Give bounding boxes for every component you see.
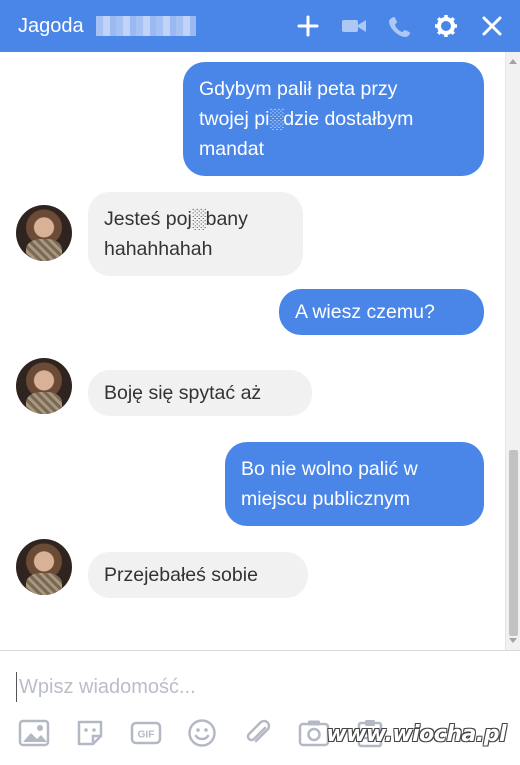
- message-line: mandat: [199, 138, 265, 160]
- message-input[interactable]: Wpisz wiadomość...: [16, 672, 496, 702]
- avatar[interactable]: [16, 358, 72, 414]
- message-line: miejscu publicznym: [241, 488, 411, 510]
- message-line: A wiesz czemu?: [295, 301, 435, 323]
- incoming-message[interactable]: Przejebałeś sobie: [88, 552, 308, 598]
- message-line: Przejebałeś sobie: [104, 564, 258, 586]
- scrollbar[interactable]: [505, 52, 520, 650]
- scroll-up-arrow-icon[interactable]: [509, 59, 517, 64]
- emoji-icon[interactable]: [184, 715, 220, 751]
- avatar[interactable]: [16, 205, 72, 261]
- message-list: Gdybym palił peta przy twojej pi░dzie do…: [0, 52, 504, 650]
- message-line: hahahhahah: [104, 238, 213, 260]
- message-line: Gdybym palił peta przy: [199, 78, 398, 100]
- composer-divider: [0, 650, 520, 651]
- sticker-icon[interactable]: [72, 715, 108, 751]
- attachment-icon[interactable]: [240, 715, 276, 751]
- gif-icon[interactable]: GIF: [128, 715, 164, 751]
- outgoing-message[interactable]: A wiesz czemu?: [279, 289, 484, 335]
- message-line: twojej pi░dzie dostałbym: [199, 108, 414, 130]
- image-icon[interactable]: [16, 715, 52, 751]
- message-line: Boję się spytać aż: [104, 382, 262, 404]
- message-line: Jesteś poj░bany: [104, 208, 248, 230]
- phone-icon[interactable]: [386, 12, 414, 40]
- outgoing-message[interactable]: Gdybym palił peta przy twojej pi░dzie do…: [183, 62, 484, 176]
- svg-text:GIF: GIF: [138, 730, 155, 741]
- chat-header: Jagoda: [0, 0, 520, 52]
- avatar[interactable]: [16, 539, 72, 595]
- video-camera-icon[interactable]: [340, 12, 368, 40]
- site-watermark: www.wiocha.pl: [326, 722, 506, 747]
- plus-icon[interactable]: [294, 12, 322, 40]
- header-actions: [294, 0, 506, 52]
- message-line: Bo nie wolno palić w: [241, 458, 418, 480]
- outgoing-message[interactable]: Bo nie wolno palić w miejscu publicznym: [225, 442, 484, 526]
- incoming-message[interactable]: Jesteś poj░bany hahahhahah: [88, 192, 303, 276]
- gear-icon[interactable]: [432, 12, 460, 40]
- contact-name[interactable]: Jagoda: [18, 15, 84, 38]
- scroll-down-arrow-icon[interactable]: [509, 638, 517, 643]
- incoming-message[interactable]: Boję się spytać aż: [88, 370, 312, 416]
- close-icon[interactable]: [478, 12, 506, 40]
- scrollbar-thumb[interactable]: [509, 450, 518, 636]
- censored-surname: [95, 16, 196, 36]
